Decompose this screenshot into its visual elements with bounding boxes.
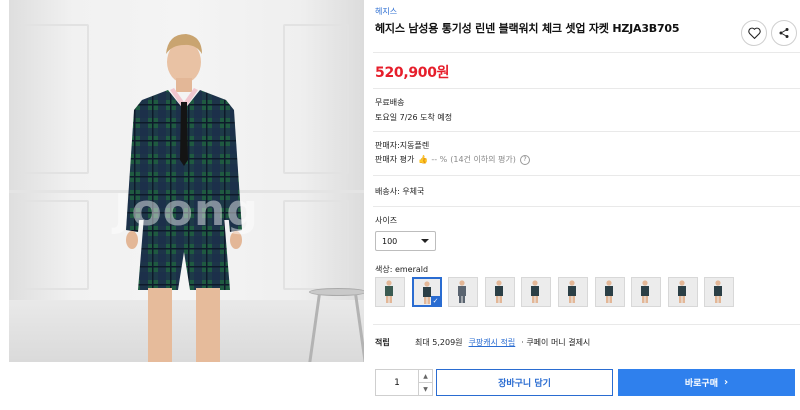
divider <box>373 131 800 132</box>
add-to-cart-button[interactable]: 장바구니 담기 <box>436 369 613 396</box>
share-button[interactable] <box>771 20 797 46</box>
color-swatches: ✓ <box>375 277 741 307</box>
thumbs-up-icon: 👍 <box>418 155 429 164</box>
add-to-cart-label: 장바구니 담기 <box>498 379 551 389</box>
divider <box>373 175 800 176</box>
swatch-thumbnail <box>641 280 650 303</box>
courier-label: 배송사: 우체국 <box>375 187 425 196</box>
color-swatch[interactable] <box>594 277 625 307</box>
points-label: 적립 <box>375 338 390 347</box>
divider <box>373 206 800 207</box>
chevron-down-icon <box>421 239 429 243</box>
quantity-input[interactable]: 1 <box>376 370 418 395</box>
info-icon[interactable]: ? <box>519 154 530 165</box>
quantity-increase-button[interactable]: ▲ <box>419 370 432 383</box>
seller-rating-value: -- % <box>431 155 448 164</box>
swatch-thumbnail <box>531 280 540 303</box>
quantity-stepper: 1 ▲ ▼ <box>375 369 433 396</box>
coupay-note: · 쿠페이 머니 결제시 <box>521 338 591 347</box>
wall-panel <box>23 24 89 174</box>
color-swatch[interactable] <box>448 277 479 307</box>
size-label: 사이즈 <box>375 216 398 225</box>
share-icon <box>779 28 789 38</box>
shipping-label: 무료배송 <box>375 98 405 107</box>
brand-link[interactable]: 헤지스 <box>375 6 397 17</box>
divider <box>373 88 800 89</box>
color-swatch[interactable] <box>375 277 405 307</box>
size-selected-value: 100 <box>382 236 398 246</box>
color-swatch[interactable]: ✓ <box>411 277 442 307</box>
product-title: 헤지스 남성용 통기성 린넨 블랙워치 체크 셋업 자켓 HZJA3B705 <box>375 22 680 35</box>
image-watermark: Joong <box>114 185 259 236</box>
delivery-eta: 토요일 7/26 도착 예정 <box>375 113 453 122</box>
color-swatch[interactable] <box>557 277 588 307</box>
color-swatch[interactable] <box>631 277 662 307</box>
size-select[interactable]: 100 <box>375 231 436 251</box>
color-swatch[interactable] <box>484 277 515 307</box>
wishlist-button[interactable] <box>741 20 767 46</box>
swatch-thumbnail <box>385 280 393 303</box>
swatch-thumbnail <box>714 280 723 303</box>
seller-rating: 판매자 평가 👍 -- % (14건 이하의 평가) ? <box>375 154 530 165</box>
points-info: 최대 5,209원 쿠팡캐시 적립 · 쿠페이 머니 결제시 <box>415 337 590 348</box>
swatch-thumbnail <box>604 280 613 303</box>
product-image[interactable]: Joong <box>9 0 364 362</box>
seller-rating-note: (14건 이하의 평가) <box>450 155 516 164</box>
buy-now-button[interactable]: 바로구매 › <box>618 369 795 396</box>
check-icon: ✓ <box>430 296 440 305</box>
divider <box>373 52 800 53</box>
quantity-decrease-button[interactable]: ▼ <box>419 383 432 395</box>
wall-panel <box>283 24 349 174</box>
color-swatch[interactable] <box>704 277 735 307</box>
chevron-right-icon: › <box>724 377 729 388</box>
price: 520,900원 <box>375 65 450 81</box>
swatch-thumbnail <box>567 280 576 303</box>
points-max: 최대 5,209원 <box>415 338 463 347</box>
divider <box>373 324 800 325</box>
color-label: 색상: emerald <box>375 265 429 274</box>
coupang-cash-link[interactable]: 쿠팡캐시 적립 <box>469 337 516 348</box>
seller-rating-label: 판매자 평가 <box>375 155 415 164</box>
swatch-thumbnail <box>677 280 686 303</box>
heart-icon <box>747 27 761 39</box>
seller-name[interactable]: 판매자:지동플렌 <box>375 140 429 151</box>
color-swatch[interactable] <box>667 277 698 307</box>
swatch-thumbnail <box>458 280 467 303</box>
product-info: 헤지스 헤지스 남성용 통기성 린넨 블랙워치 체크 셋업 자켓 HZJA3B7… <box>373 0 800 410</box>
buy-now-label: 바로구매 <box>684 379 718 389</box>
swatch-thumbnail <box>494 280 503 303</box>
color-swatch[interactable] <box>521 277 552 307</box>
